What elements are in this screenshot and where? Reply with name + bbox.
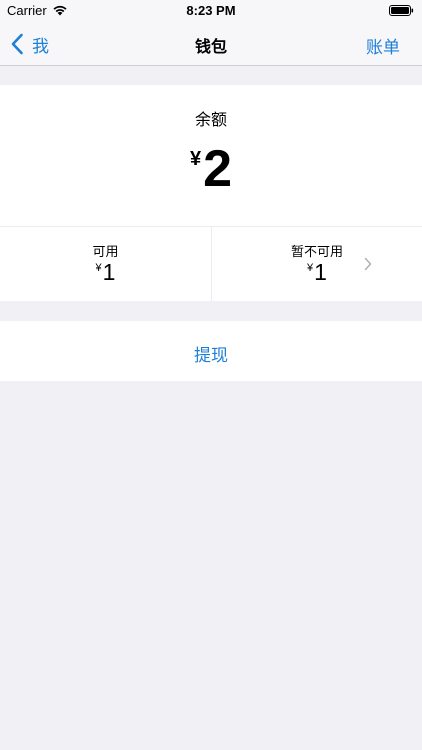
balance-value: 2 [203, 140, 233, 198]
unavailable-currency-symbol: ¥ [307, 262, 314, 274]
status-time: 8:23 PM [186, 3, 236, 18]
page-title: 钱包 [194, 37, 227, 56]
unavailable-label: 暂不可用 [290, 245, 343, 260]
withdraw-label: 提现 [194, 346, 228, 366]
status-bar: Carrier 8:23 PM [0, 0, 422, 22]
available-value: 1 [102, 259, 116, 285]
available-amount: ¥1 [0, 261, 211, 284]
battery-icon [389, 5, 414, 16]
withdraw-button[interactable]: 提现 [0, 321, 422, 381]
unavailable-balance-button[interactable]: 暂不可用 ¥1 [211, 227, 422, 301]
available-balance: 可用 ¥1 [0, 227, 211, 301]
balance-amount: ¥2 [0, 143, 422, 195]
balance-currency-symbol: ¥ [189, 148, 202, 170]
bill-button[interactable]: 账单 [366, 33, 400, 58]
balance-card: 余额 ¥2 可用 ¥1 暂不可用 ¥1 [0, 85, 422, 301]
navigation-bar: 我 钱包 账单 [0, 22, 422, 66]
available-currency-symbol: ¥ [95, 262, 102, 274]
chevron-right-icon [364, 257, 372, 271]
unavailable-amount: ¥1 [212, 261, 422, 284]
available-label: 可用 [92, 245, 119, 260]
unavailable-value: 1 [314, 259, 327, 285]
balance-label: 余额 [194, 110, 227, 129]
